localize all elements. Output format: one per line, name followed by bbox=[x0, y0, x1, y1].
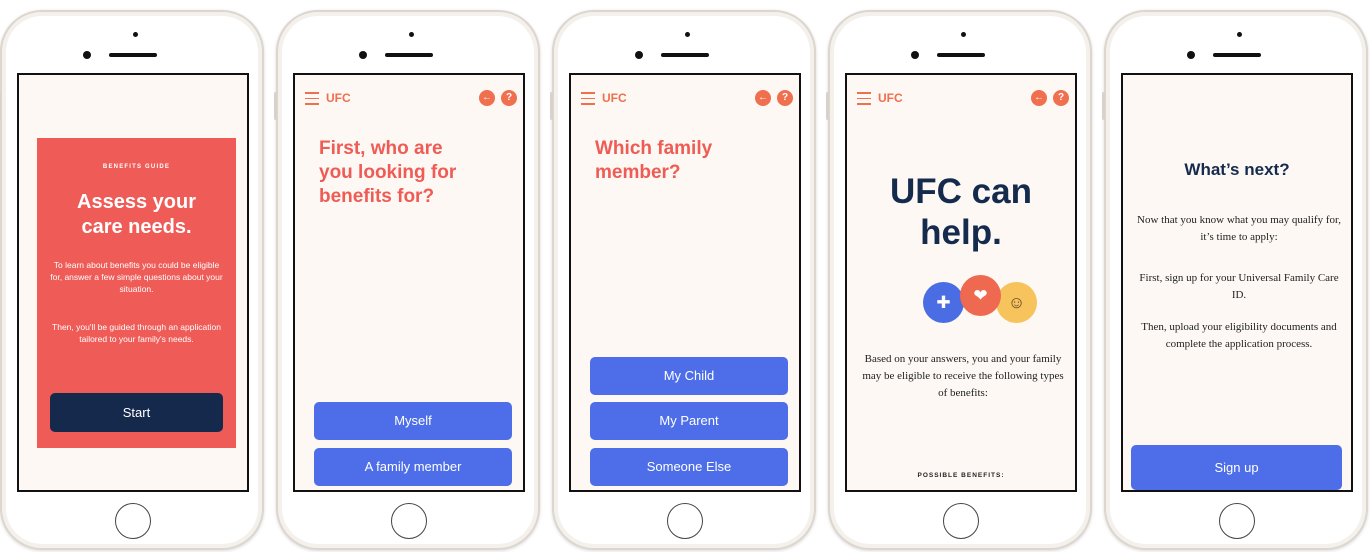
app-bar: UFC ← ? bbox=[305, 89, 517, 111]
option-my-parent-button[interactable]: My Parent bbox=[590, 402, 788, 440]
possible-benefits-label: POSSIBLE BENEFITS: bbox=[917, 472, 1005, 479]
option-myself-button[interactable]: Myself bbox=[314, 402, 512, 440]
hamburger-menu-icon[interactable] bbox=[857, 92, 871, 105]
guided-text: Then, you'll be guided through an applic… bbox=[52, 322, 221, 344]
screen-benefits-guide: BENEFITS GUIDE Assess your care needs. T… bbox=[17, 73, 249, 492]
earpiece-speaker bbox=[385, 53, 433, 57]
earpiece-speaker bbox=[661, 53, 709, 57]
eligibility-text: Based on your answers, you and your fami… bbox=[862, 353, 1064, 399]
benefits-guide-card: BENEFITS GUIDE Assess your care needs. T… bbox=[37, 138, 236, 448]
family-care-icon: ☺ bbox=[996, 282, 1037, 323]
help-title: UFC can help. bbox=[890, 172, 1032, 252]
benefit-icons-group: ✚ ☺ ❤ bbox=[922, 275, 1038, 325]
sensor bbox=[83, 51, 91, 59]
earpiece-speaker bbox=[937, 53, 985, 57]
app-bar: UFC ← ? bbox=[857, 89, 1069, 111]
intro-text: To learn about benefits you could be eli… bbox=[50, 260, 223, 294]
home-button[interactable] bbox=[391, 503, 427, 539]
sign-up-button[interactable]: Sign up bbox=[1131, 445, 1342, 490]
hamburger-menu-icon[interactable] bbox=[305, 92, 319, 105]
phone-frame-1: BENEFITS GUIDE Assess your care needs. T… bbox=[0, 10, 264, 550]
home-button[interactable] bbox=[115, 503, 151, 539]
hamburger-menu-icon[interactable] bbox=[581, 92, 595, 105]
front-camera bbox=[133, 32, 138, 37]
screen-ufc-can-help: UFC ← ? UFC can help. ✚ ☺ ❤ Based on you… bbox=[845, 73, 1077, 492]
sensor bbox=[359, 51, 367, 59]
brand-logo: UFC bbox=[602, 91, 627, 105]
front-camera bbox=[685, 32, 690, 37]
screen-which-member: UFC ← ? Which family member? My Child My… bbox=[569, 73, 801, 492]
eyebrow-label: BENEFITS GUIDE bbox=[102, 164, 171, 170]
upload-instruction-text: Then, upload your eligibility documents … bbox=[1141, 321, 1337, 350]
question-title: Which family member? bbox=[595, 138, 713, 183]
qualify-text: Now that you know what you may qualify f… bbox=[1137, 214, 1341, 243]
app-bar: UFC ← ? bbox=[581, 89, 793, 111]
side-button bbox=[0, 92, 1, 120]
start-button[interactable]: Start bbox=[50, 393, 223, 432]
front-camera bbox=[409, 32, 414, 37]
phone-frame-5: What’s next? Now that you know what you … bbox=[1102, 10, 1368, 550]
option-family-member-button[interactable]: A family member bbox=[314, 448, 512, 486]
handshake-heart-icon: ❤ bbox=[960, 275, 1001, 316]
side-button bbox=[274, 92, 277, 120]
help-icon[interactable]: ? bbox=[777, 90, 793, 106]
side-button bbox=[550, 92, 553, 120]
option-my-child-button[interactable]: My Child bbox=[590, 357, 788, 395]
brand-logo: UFC bbox=[326, 91, 351, 105]
sensor bbox=[635, 51, 643, 59]
sensor bbox=[911, 51, 919, 59]
phone-frame-3: UFC ← ? Which family member? My Child My… bbox=[550, 10, 816, 550]
shield-medical-icon: ✚ bbox=[923, 282, 964, 323]
front-camera bbox=[1237, 32, 1242, 37]
back-arrow-icon[interactable]: ← bbox=[479, 90, 495, 106]
help-icon[interactable]: ? bbox=[1053, 90, 1069, 106]
option-someone-else-button[interactable]: Someone Else bbox=[590, 448, 788, 486]
brand-logo: UFC bbox=[878, 91, 903, 105]
sensor bbox=[1187, 51, 1195, 59]
home-button[interactable] bbox=[667, 503, 703, 539]
earpiece-speaker bbox=[1213, 53, 1261, 57]
back-arrow-icon[interactable]: ← bbox=[755, 90, 771, 106]
signup-instruction-text: First, sign up for your Universal Family… bbox=[1139, 272, 1339, 301]
front-camera bbox=[961, 32, 966, 37]
question-title: First, who are you looking for benefits … bbox=[319, 138, 457, 207]
home-button[interactable] bbox=[1219, 503, 1255, 539]
whats-next-title: What’s next? bbox=[1184, 160, 1290, 179]
help-icon[interactable]: ? bbox=[501, 90, 517, 106]
card-heading: Assess your care needs. bbox=[77, 191, 196, 238]
earpiece-speaker bbox=[109, 53, 157, 57]
side-button bbox=[826, 92, 829, 120]
screen-who-for: UFC ← ? First, who are you looking for b… bbox=[293, 73, 525, 492]
back-arrow-icon[interactable]: ← bbox=[1031, 90, 1047, 106]
side-button bbox=[1102, 92, 1105, 120]
phone-frame-4: UFC ← ? UFC can help. ✚ ☺ ❤ Based on you… bbox=[826, 10, 1092, 550]
phone-frame-2: UFC ← ? First, who are you looking for b… bbox=[274, 10, 540, 550]
home-button[interactable] bbox=[943, 503, 979, 539]
screen-whats-next: What’s next? Now that you know what you … bbox=[1121, 73, 1353, 492]
